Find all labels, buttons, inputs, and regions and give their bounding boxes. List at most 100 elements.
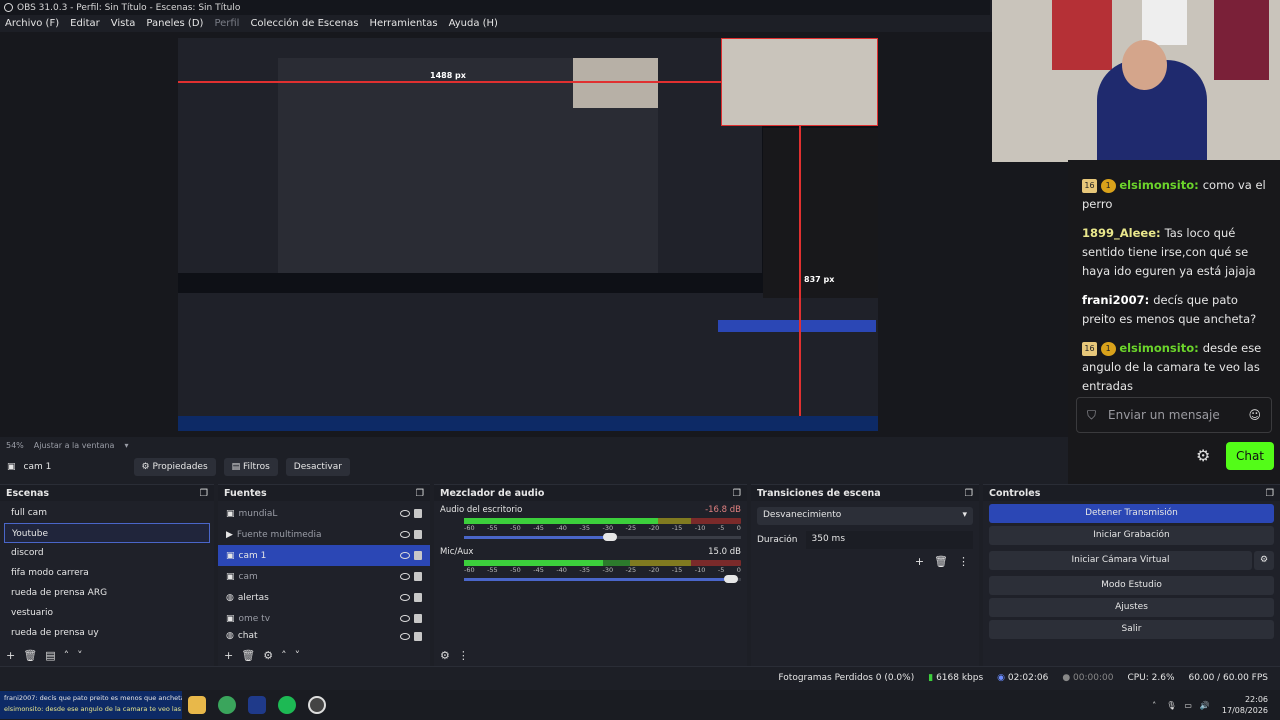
dock-undock-icon[interactable]: ❐ [964, 488, 973, 499]
properties-button[interactable]: ⚙ Propiedades [133, 458, 216, 476]
source-name: Fuente multimedia [236, 529, 322, 540]
scene-item[interactable]: full cam [4, 503, 210, 523]
lock-icon[interactable] [414, 551, 422, 560]
deactivate-button[interactable]: Desactivar [285, 458, 350, 476]
ea-icon[interactable] [248, 696, 266, 714]
menu-paneles[interactable]: Paneles (D) [146, 18, 203, 29]
poster-image [1142, 0, 1187, 45]
preview-canvas[interactable]: 1488 px 837 px [178, 38, 878, 431]
mic-icon[interactable]: 🎙 [1166, 701, 1176, 710]
start-recording-button[interactable]: Iniciar Grabación [989, 526, 1274, 545]
settings-button[interactable]: Ajustes [989, 598, 1274, 617]
eye-icon[interactable] [400, 552, 410, 559]
selected-source-name: cam 1 [23, 462, 52, 472]
lock-icon[interactable] [414, 509, 422, 518]
gear-icon[interactable]: ⚙ [263, 649, 273, 662]
network-icon[interactable]: ▭ [1184, 701, 1192, 710]
add-icon[interactable]: + [915, 555, 924, 568]
duration-input[interactable]: 350 ms [805, 531, 973, 549]
dock-undock-icon[interactable]: ❐ [732, 488, 741, 499]
add-icon[interactable]: + [6, 649, 15, 662]
gear-icon[interactable]: ⚙ [1196, 446, 1210, 465]
arrow-down-icon[interactable]: ˅ [295, 649, 301, 662]
clock[interactable]: 22:06 17/08/2026 [1222, 694, 1268, 716]
zoom-fit-dropdown[interactable]: Ajustar a la ventana [34, 441, 115, 450]
source-item[interactable]: ◍ alertas [218, 587, 430, 608]
more-icon[interactable]: ⋮ [458, 649, 469, 662]
meter-fill [464, 518, 658, 524]
source-item[interactable]: ▶ Fuente multimedia [218, 524, 430, 545]
scene-item[interactable]: rueda de prensa ARG [4, 583, 210, 603]
scene-item[interactable]: discord [4, 543, 210, 563]
trash-icon[interactable]: 🗑 [241, 649, 255, 662]
menu-archivo[interactable]: Archivo (F) [5, 18, 59, 29]
chat-username[interactable]: elsimonsito [1119, 341, 1194, 355]
spotify-icon[interactable] [278, 696, 296, 714]
menu-herramientas[interactable]: Herramientas [369, 18, 437, 29]
dock-undock-icon[interactable]: ❐ [415, 488, 424, 499]
chat-send-button[interactable]: Chat [1226, 442, 1274, 470]
speaker-icon[interactable]: 🔊 [1200, 701, 1210, 710]
filter-icon[interactable]: ▤ [45, 649, 55, 662]
lock-icon[interactable] [414, 572, 422, 581]
studio-mode-button[interactable]: Modo Estudio [989, 576, 1274, 595]
source-item[interactable]: ▣ mundiaL [218, 503, 430, 524]
trash-icon[interactable]: 🗑 [934, 555, 948, 568]
chat-username[interactable]: 1899_Aleee [1082, 226, 1156, 240]
dock-undock-icon[interactable]: ❐ [1265, 488, 1274, 499]
eye-icon[interactable] [400, 531, 410, 538]
scene-item[interactable]: vestuario [4, 603, 210, 623]
chevron-down-icon: ▾ [962, 510, 967, 520]
start-virtual-camera-button[interactable]: Iniciar Cámara Virtual [989, 551, 1252, 570]
exit-button[interactable]: Salir [989, 620, 1274, 639]
chrome-icon[interactable] [218, 696, 236, 714]
more-icon[interactable]: ⋮ [958, 555, 969, 568]
lock-icon[interactable] [414, 530, 422, 539]
transition-select[interactable]: Desvanecimiento ▾ [757, 507, 973, 525]
volume-slider[interactable] [464, 575, 741, 583]
emoji-icon[interactable]: ☺ [1248, 406, 1261, 425]
eye-icon[interactable] [400, 615, 410, 622]
menu-perfil[interactable]: Perfil [214, 18, 239, 29]
scene-item[interactable]: Youtube [4, 523, 210, 543]
source-item[interactable]: ▣ ome tv [218, 608, 430, 629]
folder-icon[interactable] [188, 696, 206, 714]
menu-coleccion[interactable]: Colección de Escenas [250, 18, 358, 29]
trash-icon[interactable]: 🗑 [23, 649, 37, 662]
volume-slider[interactable] [464, 533, 741, 541]
chat-username[interactable]: frani2007 [1082, 293, 1145, 307]
add-icon[interactable]: + [224, 649, 233, 662]
stop-streaming-button[interactable]: Detener Transmisión [989, 504, 1274, 523]
filters-button[interactable]: ▤ Filtros [223, 458, 278, 476]
source-name: chat [237, 631, 258, 641]
chevron-down-icon[interactable]: ▾ [124, 441, 128, 450]
lock-icon[interactable] [414, 631, 422, 641]
menu-editar[interactable]: Editar [70, 18, 100, 29]
scene-item[interactable]: fifa modo carrera [4, 563, 210, 583]
source-item[interactable]: ▣ cam [218, 566, 430, 587]
lock-icon[interactable] [414, 593, 422, 602]
arrow-up-icon[interactable]: ˄ [281, 649, 287, 662]
eye-icon[interactable] [400, 632, 410, 640]
eye-icon[interactable] [400, 573, 410, 580]
menu-vista[interactable]: Vista [111, 18, 136, 29]
dock-undock-icon[interactable]: ❐ [199, 488, 208, 499]
chat-input-placeholder: Enviar un mensaje [1108, 407, 1220, 422]
eye-icon[interactable] [400, 594, 410, 601]
source-item[interactable]: ◍ chat [218, 629, 430, 643]
obs-icon[interactable] [308, 696, 326, 714]
chat-username[interactable]: elsimonsito [1119, 178, 1194, 192]
eye-icon[interactable] [400, 510, 410, 517]
chevron-up-icon[interactable]: ˄ [1152, 701, 1156, 710]
properties-label: Propiedades [152, 462, 208, 472]
gear-icon[interactable]: ⚙ [1254, 551, 1274, 570]
arrow-up-icon[interactable]: ˄ [64, 649, 70, 662]
source-item[interactable]: ▣ cam 1 [218, 545, 430, 566]
menu-ayuda[interactable]: Ayuda (H) [449, 18, 498, 29]
scene-item[interactable]: rueda de prensa uy [4, 623, 210, 643]
arrow-down-icon[interactable]: ˅ [77, 649, 83, 662]
lock-icon[interactable] [414, 614, 422, 623]
gear-icon[interactable]: ⚙ [440, 649, 450, 662]
source-name: alertas [237, 592, 269, 603]
chat-input[interactable]: ⛉ Enviar un mensaje ☺ [1076, 397, 1272, 433]
